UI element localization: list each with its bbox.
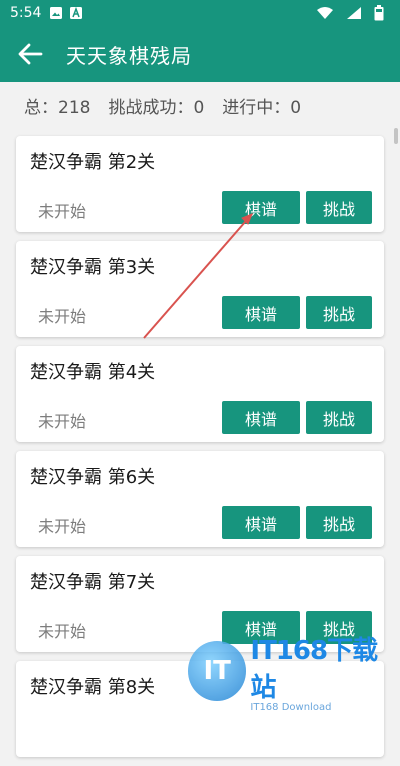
arrow-left-icon xyxy=(18,43,43,65)
status-right-icons xyxy=(316,5,390,21)
wifi-icon xyxy=(316,6,334,20)
level-card[interactable]: 楚汉争霸 第2关 未开始 棋谱 挑战 xyxy=(16,136,384,232)
level-status: 未开始 xyxy=(38,202,87,221)
stat-total: 总：218 xyxy=(24,97,91,118)
stats-row: 总：218 挑战成功：0 进行中：0 xyxy=(0,82,400,128)
status-time: 5:54 xyxy=(10,5,42,21)
level-title: 楚汉争霸 第7关 xyxy=(30,572,156,593)
battery-icon xyxy=(374,5,384,21)
level-status: 未开始 xyxy=(38,307,87,326)
level-title: 楚汉争霸 第4关 xyxy=(30,362,156,383)
level-card[interactable]: 楚汉争霸 第4关 未开始 棋谱 挑战 xyxy=(16,346,384,442)
back-button[interactable] xyxy=(8,32,52,76)
image-icon xyxy=(49,6,63,20)
watermark: IT IT168下载站 IT168 Download xyxy=(188,630,398,713)
level-title: 楚汉争霸 第8关 xyxy=(30,677,156,698)
qipu-button[interactable]: 棋谱 xyxy=(222,296,300,329)
level-status: 未开始 xyxy=(38,412,87,431)
watermark-logo: IT xyxy=(188,641,247,701)
level-card[interactable]: 楚汉争霸 第3关 未开始 棋谱 挑战 xyxy=(16,241,384,337)
a-badge-icon xyxy=(69,6,83,20)
challenge-button[interactable]: 挑战 xyxy=(306,296,372,329)
challenge-button[interactable]: 挑战 xyxy=(306,401,372,434)
signal-icon xyxy=(346,6,362,20)
level-status: 未开始 xyxy=(38,517,87,536)
stat-in-progress: 进行中：0 xyxy=(222,97,302,118)
status-bar: 5:54 xyxy=(0,0,400,26)
level-title: 楚汉争霸 第2关 xyxy=(30,152,156,173)
level-title: 楚汉争霸 第3关 xyxy=(30,257,156,278)
qipu-button[interactable]: 棋谱 xyxy=(222,506,300,539)
qipu-button[interactable]: 棋谱 xyxy=(222,191,300,224)
watermark-main: IT168下载站 xyxy=(250,635,378,703)
qipu-button[interactable]: 棋谱 xyxy=(222,401,300,434)
app-bar: 天天象棋残局 xyxy=(0,26,400,82)
level-card[interactable]: 楚汉争霸 第6关 未开始 棋谱 挑战 xyxy=(16,451,384,547)
watermark-text: IT168下载站 IT168 Download xyxy=(250,630,398,713)
challenge-button[interactable]: 挑战 xyxy=(306,506,372,539)
scrollbar[interactable] xyxy=(394,128,398,144)
page-title: 天天象棋残局 xyxy=(66,43,192,68)
challenge-button[interactable]: 挑战 xyxy=(306,191,372,224)
stat-success: 挑战成功：0 xyxy=(108,97,205,118)
level-status: 未开始 xyxy=(38,622,87,641)
level-title: 楚汉争霸 第6关 xyxy=(30,467,156,488)
